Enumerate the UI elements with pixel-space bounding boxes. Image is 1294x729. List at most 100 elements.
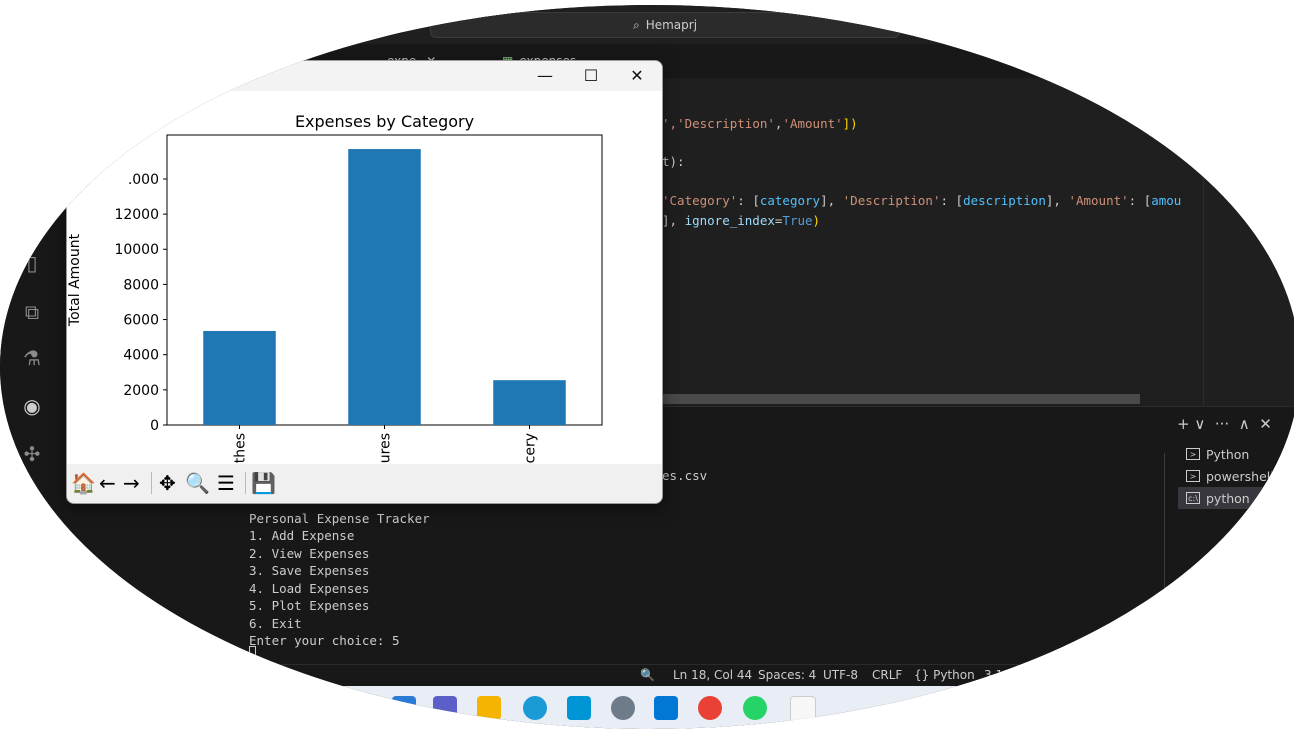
toolbar-separator xyxy=(245,472,246,494)
y-tick-label: 10000 xyxy=(114,242,159,258)
settings-icon[interactable] xyxy=(611,696,635,720)
code-line: ','Description','Amount']) xyxy=(662,116,858,131)
terminal-path: es.csv xyxy=(662,468,708,483)
y-tick-label: .000 xyxy=(128,172,159,188)
x-tick-label: thes xyxy=(233,433,249,463)
terminal-session-powershell[interactable]: > powershell xyxy=(1178,465,1294,487)
testing-icon[interactable]: ⚗ xyxy=(18,344,46,372)
cursor-position[interactable]: Ln 18, Col 44 xyxy=(673,668,752,682)
extension-chat-icon[interactable]: ◉ xyxy=(18,392,46,420)
chrome-icon[interactable] xyxy=(698,696,722,720)
terminal-cursor xyxy=(249,646,256,658)
configure-subplots-icon[interactable]: ☰ xyxy=(217,470,235,496)
minimize-button[interactable]: — xyxy=(522,61,568,91)
indentation[interactable]: Spaces: 4 xyxy=(758,668,816,682)
code-token: True xyxy=(782,213,813,228)
code-token: category xyxy=(759,193,821,208)
terminal-session-python[interactable]: > Python xyxy=(1178,443,1294,465)
zoom-icon[interactable]: 🔍 xyxy=(640,668,655,682)
code-token: ', xyxy=(662,116,678,131)
save-icon[interactable]: 💾 xyxy=(251,470,276,496)
app-icon[interactable] xyxy=(790,696,816,722)
code-token: ], xyxy=(1045,193,1069,208)
terminal-line: 6. Exit xyxy=(249,616,302,631)
vscode-icon[interactable] xyxy=(654,696,678,720)
terminal-line: 5. Plot Expenses xyxy=(249,598,370,613)
terminal-icon: > xyxy=(1186,470,1200,482)
taskbar xyxy=(0,686,1294,729)
y-tick-label: 12000 xyxy=(114,207,159,223)
code-token: : [ xyxy=(737,193,760,208)
edge-icon[interactable] xyxy=(523,696,547,720)
y-tick-label: 2000 xyxy=(123,383,159,399)
plot-window-titlebar[interactable]: — ☐ ✕ xyxy=(67,61,662,91)
terminal-line: Personal Expense Tracker xyxy=(249,511,430,526)
horizontal-scrollbar[interactable] xyxy=(662,394,1140,404)
openai-icon[interactable]: ✣ xyxy=(18,440,46,468)
terminal-line: 4. Load Expenses xyxy=(249,581,370,596)
forward-icon[interactable]: → xyxy=(123,470,140,496)
terminal-line: 1. Add Expense xyxy=(249,528,355,543)
session-label: powershell xyxy=(1206,468,1274,484)
minimap-divider xyxy=(1203,100,1204,406)
terminal-line: 3. Save Expenses xyxy=(249,563,370,578)
code-line: t): xyxy=(662,154,685,169)
terminal-line: 2. View Expenses xyxy=(249,546,370,561)
pan-icon[interactable]: ✥ xyxy=(159,470,176,496)
code-token: ]) xyxy=(842,116,858,131)
zoom-icon[interactable]: 🔍 xyxy=(185,470,210,496)
remote-explorer-icon[interactable]: ⧉ xyxy=(18,298,46,326)
code-token: 'Amount' xyxy=(1068,193,1129,208)
plot-toolbar: 🏠 ← → ✥ 🔍 ☰ 💾 xyxy=(67,464,662,503)
code-token: 'Category' xyxy=(662,193,738,208)
code-line: ], ignore_index=True) xyxy=(662,213,820,228)
whatsapp-icon[interactable] xyxy=(743,696,767,720)
x-tick-label: cery xyxy=(523,433,539,463)
status-bar: 🔍 Ln 18, Col 44 Spaces: 4 UTF-8 CRLF {} … xyxy=(0,664,1294,687)
y-axis-label: Total Amount xyxy=(67,233,83,327)
terminal-sessions-list: > Python > powershell c:\ python xyxy=(1178,443,1294,509)
code-token: : [ xyxy=(1128,193,1152,208)
y-tick-label: 6000 xyxy=(123,313,159,329)
myhp-icon[interactable] xyxy=(567,696,591,720)
code-line: 'Category': [category], 'Description': [… xyxy=(662,193,1181,208)
chart-bar xyxy=(493,380,566,425)
code-token: : [ xyxy=(940,193,964,208)
terminal-prompt[interactable]: Enter your choice: 5 xyxy=(249,632,400,650)
search-icon: ⌕ xyxy=(632,17,640,32)
command-center-search[interactable]: ⌕ Hemaprj xyxy=(430,12,900,38)
plot-window: — ☐ ✕ Expenses by Category thes ures cery 0 2… xyxy=(66,60,663,504)
encoding[interactable]: UTF-8 xyxy=(823,668,858,682)
chart-bar xyxy=(348,149,421,425)
y-tick-label: 8000 xyxy=(123,277,159,293)
home-icon[interactable]: 🏠 xyxy=(71,470,96,496)
x-tick-label: ures xyxy=(378,433,394,463)
explorer-icon[interactable] xyxy=(392,696,416,720)
figure-canvas[interactable]: Expenses by Category thes ures cery 0 2000 400… xyxy=(67,91,662,464)
session-label: Python xyxy=(1206,446,1250,462)
code-token: 'Amount' xyxy=(782,116,843,131)
code-token: ], xyxy=(820,193,843,208)
teams-icon[interactable] xyxy=(433,696,457,720)
language-mode[interactable]: {} Python xyxy=(914,668,975,682)
y-tick-label: 0 xyxy=(150,418,159,434)
code-token: 'Description' xyxy=(677,116,775,131)
terminal-session-python-active[interactable]: c:\ python xyxy=(1178,487,1294,509)
back-icon[interactable]: ← xyxy=(99,470,116,496)
code-token: t): xyxy=(662,154,685,169)
panel-divider xyxy=(1164,453,1165,593)
session-label: python xyxy=(1206,490,1250,506)
code-token: ], xyxy=(662,213,685,228)
folder-icon[interactable] xyxy=(477,696,501,720)
maximize-button[interactable]: ☐ xyxy=(568,61,614,91)
code-token: ) xyxy=(812,213,821,228)
code-token: 'Description' xyxy=(842,193,941,208)
title-bar: ⌕ Hemaprj xyxy=(0,5,1294,44)
chart-bar xyxy=(203,330,276,425)
explorer-icon[interactable]: ▯ xyxy=(18,249,46,277)
python-version[interactable]: 3.11 xyxy=(984,668,1011,682)
line-ending[interactable]: CRLF xyxy=(872,668,902,682)
y-tick-label: 4000 xyxy=(123,348,159,364)
panel-actions[interactable]: + ∨ ··· ∧ ✕ xyxy=(1177,415,1272,433)
close-button[interactable]: ✕ xyxy=(614,61,660,91)
